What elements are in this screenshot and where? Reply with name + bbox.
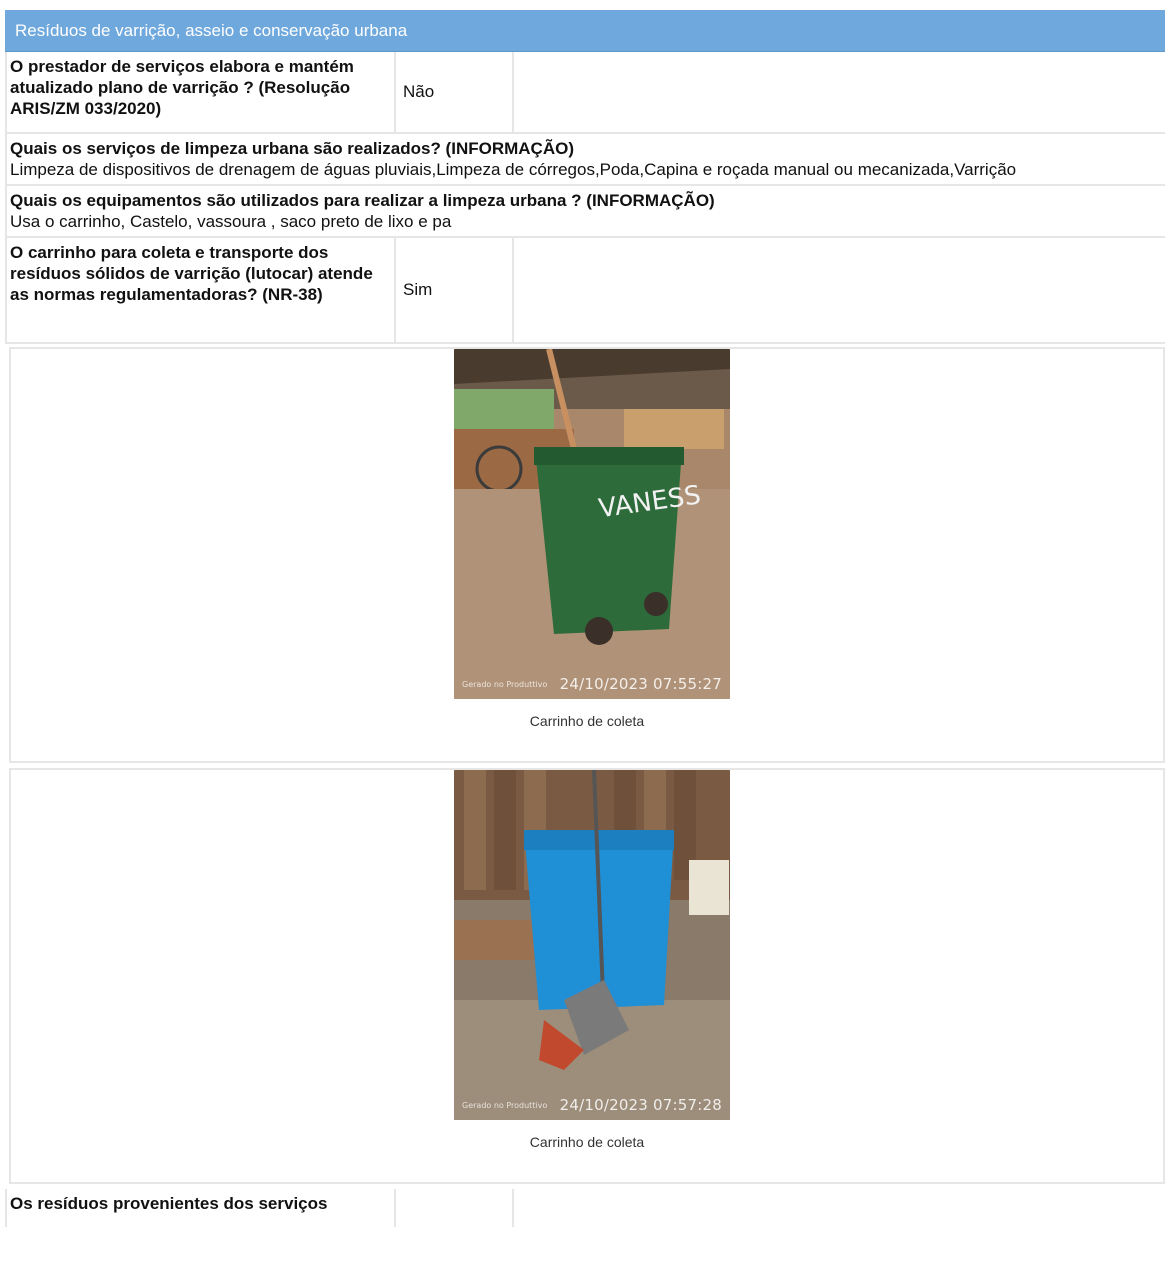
photo-timestamp: 24/10/2023 07:57:28 (559, 1096, 722, 1114)
info-title: Quais os equipamentos são utilizados par… (10, 191, 715, 210)
question-text: Os resíduos provenientes dos serviços (7, 1189, 396, 1227)
empty-cell (514, 238, 1165, 342)
answer-value: Sim (396, 238, 514, 342)
section-header: Resíduos de varrição, asseio e conservaç… (5, 10, 1165, 52)
empty-cell (514, 52, 1165, 132)
answer-value: Não (396, 52, 514, 132)
info-value: Usa o carrinho, Castelo, vassoura , saco… (10, 212, 452, 231)
empty-cell (514, 1189, 1165, 1227)
photo-caption: Carrinho de coleta (529, 1134, 645, 1150)
photo-image (454, 770, 730, 1120)
info-block: Quais os serviços de limpeza urbana são … (5, 134, 1165, 186)
photo-caption: Carrinho de coleta (529, 713, 645, 729)
section-title: Resíduos de varrição, asseio e conservaç… (15, 21, 408, 40)
info-title: Quais os serviços de limpeza urbana são … (10, 139, 574, 158)
info-value: Limpeza de dispositivos de drenagem de á… (10, 160, 1017, 179)
answer-value (396, 1189, 514, 1227)
photo-image: VANESS (454, 349, 730, 699)
question-row: O carrinho para coleta e transporte dos … (5, 238, 1165, 344)
question-row: O prestador de serviços elabora e mantém… (5, 52, 1165, 134)
question-text: O carrinho para coleta e transporte dos … (7, 238, 396, 342)
question-row: Os resíduos provenientes dos serviços (5, 1189, 1165, 1227)
report-page: Resíduos de varrição, asseio e conservaç… (5, 10, 1165, 1227)
photo-green-bin[interactable]: VANESS Gerado no Produttivo 24/10/2023 0… (454, 349, 730, 699)
info-block: Quais os equipamentos são utilizados par… (5, 186, 1165, 238)
photo-timestamp: 24/10/2023 07:55:27 (559, 675, 722, 693)
photo-blue-bin[interactable]: Gerado no Produttivo 24/10/2023 07:57:28 (454, 770, 730, 1120)
question-text: O prestador de serviços elabora e mantém… (7, 52, 396, 132)
photo-frame: VANESS Gerado no Produttivo 24/10/2023 0… (9, 347, 1165, 763)
photo-watermark: Gerado no Produttivo (462, 1101, 548, 1110)
photo-frame: Gerado no Produttivo 24/10/2023 07:57:28… (9, 768, 1165, 1184)
photo-watermark: Gerado no Produttivo (462, 680, 548, 689)
